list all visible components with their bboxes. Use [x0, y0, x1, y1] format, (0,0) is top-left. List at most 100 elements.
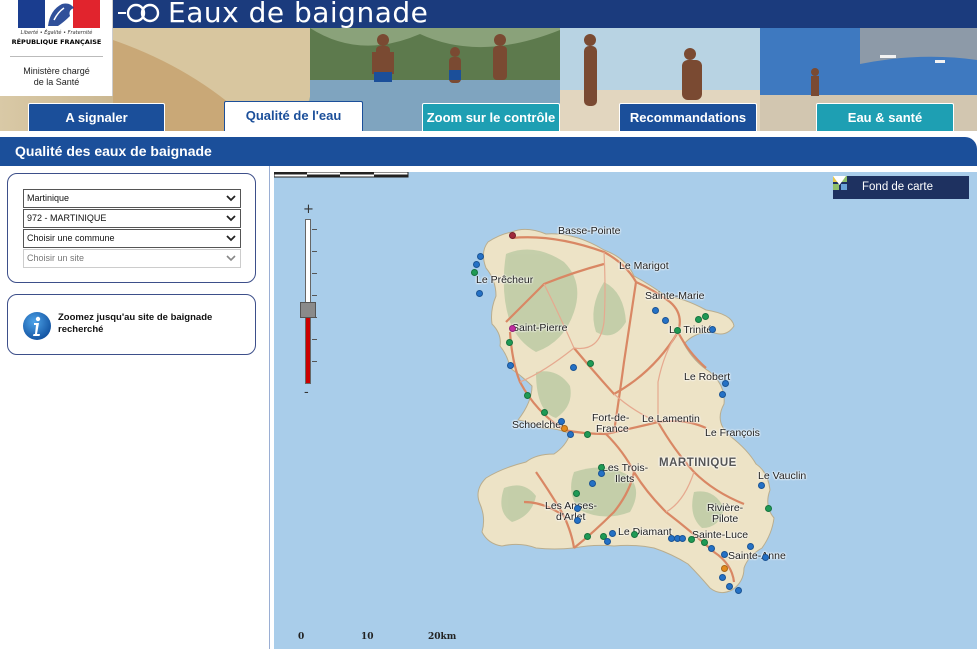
hint-text: Zoomez jusqu'au site de baignade recherc…	[58, 312, 213, 335]
commune-select-value: Choisir une commune	[27, 233, 115, 243]
zoom-out-button[interactable]: -	[304, 385, 309, 400]
bathing-site-marker[interactable]	[708, 325, 716, 333]
town-label-sainte-luce: Sainte-Luce	[692, 529, 749, 541]
logo-divider	[10, 56, 103, 57]
town-label-les-anses-2: d'Arlet	[556, 511, 586, 523]
bathing-site-marker[interactable]	[746, 542, 754, 550]
tab-eau-et-sante[interactable]: Eau & santé	[816, 103, 954, 131]
rf-motto: Liberté • Égalité • Fraternité	[20, 30, 93, 36]
scale-bar	[274, 172, 409, 178]
bathing-site-marker[interactable]	[651, 306, 659, 314]
chevron-down-icon	[226, 235, 236, 242]
basemap-button[interactable]: Fond de carte	[833, 176, 969, 199]
bathing-site-marker[interactable]	[506, 361, 514, 369]
bathing-site-marker[interactable]	[508, 231, 516, 239]
bathing-site-marker[interactable]	[583, 532, 591, 540]
bathing-site-marker[interactable]	[470, 268, 478, 276]
bathing-site-marker[interactable]	[608, 529, 616, 537]
chevron-down-icon	[226, 255, 236, 262]
bathing-site-marker[interactable]	[718, 573, 726, 581]
bathing-site-marker[interactable]	[583, 430, 591, 438]
bathing-site-marker[interactable]	[661, 316, 669, 324]
bathing-site-marker[interactable]	[630, 530, 638, 538]
bathing-site-marker[interactable]	[557, 417, 565, 425]
tab-a-signaler[interactable]: A signaler	[28, 103, 165, 131]
bathing-site-marker[interactable]	[707, 544, 715, 552]
bathing-site-marker[interactable]	[540, 408, 548, 416]
town-label-le-vauclin: Le Vauclin	[758, 470, 807, 482]
bathing-site-marker[interactable]	[475, 289, 483, 297]
bathing-site-marker[interactable]	[586, 359, 594, 367]
zoom-tick	[312, 273, 317, 274]
zoom-handle[interactable]	[300, 301, 316, 318]
zoom-slider[interactable]: + -	[299, 202, 319, 400]
bathing-site-marker[interactable]	[718, 390, 726, 398]
bathing-site-marker[interactable]	[569, 363, 577, 371]
bathing-site-marker[interactable]	[476, 252, 484, 260]
site-select[interactable]: Choisir un site	[23, 249, 241, 268]
bathing-site-marker[interactable]	[523, 391, 531, 399]
bathing-site-marker[interactable]	[687, 535, 695, 543]
caret-down-icon	[833, 176, 846, 185]
chevron-down-icon	[226, 215, 236, 222]
bathing-site-marker[interactable]	[757, 481, 765, 489]
bathing-site-marker[interactable]	[678, 534, 686, 542]
bathing-site-marker[interactable]	[701, 312, 709, 320]
town-label-le-lamentin: Le Lamentin	[642, 413, 700, 425]
site-title: Eaux de baignade	[168, 0, 429, 29]
commune-select[interactable]: Choisir une commune	[23, 229, 241, 248]
bathing-site-marker[interactable]	[761, 553, 769, 561]
bathing-site-marker[interactable]	[505, 338, 513, 346]
site-header: Eaux de baignade Liberté • Égalité • Fra…	[0, 0, 977, 131]
bathing-site-marker[interactable]	[603, 537, 611, 545]
rf-name: RÉPUBLIQUE FRANÇAISE	[11, 38, 102, 46]
town-label-schoelcher: Schoelcher	[512, 419, 565, 431]
bathing-site-marker[interactable]	[734, 586, 742, 594]
ministry-line-1: Ministère chargé	[23, 66, 90, 76]
app-window: Eaux de baignade Liberté • Égalité • Fra…	[0, 0, 977, 649]
island-map	[477, 228, 775, 594]
bathing-site-marker[interactable]	[720, 550, 728, 558]
bathing-site-marker[interactable]	[725, 582, 733, 590]
map-view[interactable]: Basse-Pointe Le Marigot Le Prêcheur Sain…	[274, 172, 977, 649]
basemap-label: Fond de carte	[862, 181, 933, 193]
bathing-site-marker[interactable]	[597, 469, 605, 477]
ministry-name: Ministère chargé de la Santé	[0, 66, 113, 88]
town-label-le-francois: Le François	[705, 427, 760, 439]
region-select-value: Martinique	[27, 193, 70, 203]
bathing-site-marker[interactable]	[694, 315, 702, 323]
tab-recommandations[interactable]: Recommandations	[619, 103, 757, 131]
region-select[interactable]: Martinique	[23, 189, 241, 208]
rings-logo-icon	[118, 3, 160, 23]
page-title: Qualité des eaux de baignade	[15, 143, 212, 159]
bathing-site-marker[interactable]	[566, 430, 574, 438]
chevron-down-icon	[226, 195, 236, 202]
bathing-site-marker[interactable]	[721, 379, 729, 387]
marianne-logo-icon	[18, 0, 100, 28]
bathing-site-marker[interactable]	[573, 516, 581, 524]
bathing-site-marker[interactable]	[573, 504, 581, 512]
zoom-in-button[interactable]: +	[303, 202, 314, 217]
zoom-tick	[312, 251, 317, 252]
site-select-value: Choisir un site	[27, 253, 85, 263]
zoom-tick	[312, 361, 317, 362]
department-select[interactable]: 972 - MARTINIQUE	[23, 209, 241, 228]
tab-zoom-sur-le-controle[interactable]: Zoom sur le contrôle	[422, 103, 560, 131]
bathing-site-marker[interactable]	[472, 260, 480, 268]
bathing-site-marker[interactable]	[572, 489, 580, 497]
tab-qualite-de-l-eau[interactable]: Qualité de l'eau	[224, 101, 363, 131]
bathing-site-marker[interactable]	[700, 538, 708, 546]
town-label-basse-pointe: Basse-Pointe	[558, 225, 621, 237]
bathing-site-marker[interactable]	[673, 326, 681, 334]
bathing-site-marker[interactable]	[720, 564, 728, 572]
bathing-site-marker[interactable]	[560, 424, 568, 432]
bathing-site-marker[interactable]	[508, 324, 516, 332]
main-tabs: A signaler Qualité de l'eau Zoom sur le …	[0, 101, 977, 131]
zoom-tick	[312, 229, 317, 230]
filter-box: Martinique 972 - MARTINIQUE Choisir une …	[7, 173, 256, 283]
department-select-value: 972 - MARTINIQUE	[27, 213, 107, 223]
town-label-saint-pierre: Saint-Pierre	[512, 322, 568, 334]
bathing-site-marker[interactable]	[764, 504, 772, 512]
info-icon	[23, 312, 51, 340]
bathing-site-marker[interactable]	[588, 479, 596, 487]
